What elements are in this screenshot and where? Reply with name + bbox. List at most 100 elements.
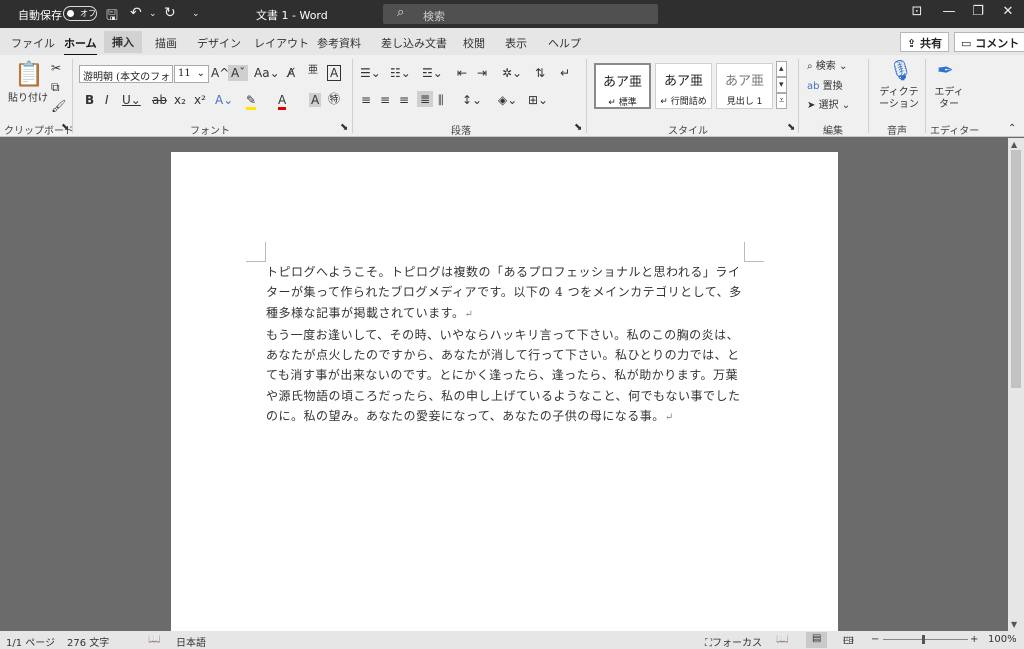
paste-label[interactable]: 貼り付け <box>8 89 48 104</box>
language-status[interactable]: 日本語 <box>176 634 206 649</box>
undo-icon[interactable]: ↶ <box>130 5 142 21</box>
document-body[interactable]: トピログへようこそ。トピログは複数の「あるプロフェッショナルと思われる」ライター… <box>266 262 749 428</box>
cut-icon[interactable]: ✂ <box>51 61 61 75</box>
sort-icon[interactable]: ⇅ <box>535 66 545 80</box>
dictate-button[interactable]: ディクテーション <box>878 87 920 111</box>
vertical-scrollbar[interactable]: ▲ ▼ <box>1008 138 1024 631</box>
tab-file[interactable]: ファイル <box>11 35 55 51</box>
print-layout-icon[interactable]: ▤ <box>806 632 828 648</box>
shrink-font-icon[interactable]: Aˇ <box>228 65 249 81</box>
underline-icon[interactable]: U⌄ <box>122 93 141 107</box>
italic-icon[interactable]: I <box>105 93 109 107</box>
save-icon[interactable]: 🖫 <box>106 5 118 29</box>
word-count[interactable]: 276 文字 <box>67 634 109 649</box>
tab-review[interactable]: 校閲 <box>463 35 485 51</box>
redo-icon[interactable]: ↻ <box>164 5 176 21</box>
distributed-icon[interactable]: ⫼ <box>438 93 444 107</box>
document-page[interactable]: トピログへようこそ。トピログは複数の「あるプロフェッショナルと思われる」ライター… <box>171 152 838 632</box>
restore-icon[interactable]: ❐ <box>963 4 993 19</box>
zoom-slider[interactable] <box>883 639 968 640</box>
grow-font-icon[interactable]: A^ <box>211 66 229 80</box>
tab-design[interactable]: デザイン <box>197 35 241 51</box>
bold-icon[interactable]: B <box>85 93 94 107</box>
enclosed-character-icon[interactable]: ㊕ <box>328 92 340 106</box>
styles-scroll-down-icon[interactable]: ▾ <box>776 77 787 93</box>
minimize-icon[interactable]: — <box>934 4 964 19</box>
scroll-up-icon[interactable]: ▲ <box>1011 140 1017 149</box>
format-painter-icon[interactable]: 🖌 <box>51 99 66 113</box>
collapse-ribbon-icon[interactable]: ⌃ <box>1008 123 1016 134</box>
tab-layout[interactable]: レイアウト <box>254 35 309 51</box>
enclose-characters-icon[interactable]: A <box>327 65 342 81</box>
show-formatting-marks-icon[interactable]: ↵ <box>560 66 570 80</box>
highlight-color-icon[interactable]: ✎ <box>246 93 257 110</box>
tab-insert[interactable]: 挿入 <box>104 31 142 53</box>
decrease-indent-icon[interactable]: ⇤ <box>457 66 467 80</box>
microphone-icon[interactable]: 🎙 <box>888 59 913 81</box>
clear-formatting-icon[interactable]: A̸ <box>287 66 295 80</box>
tab-home[interactable]: ホーム <box>64 35 97 56</box>
line-spacing-icon[interactable]: ↕⌄ <box>462 93 482 107</box>
bullets-icon[interactable]: ☰⌄ <box>360 66 381 80</box>
find-button[interactable]: ⌕ 検索 ⌄ <box>807 60 847 74</box>
borders-icon[interactable]: ⊞⌄ <box>528 93 548 107</box>
focus-button[interactable]: ⛶フォーカス <box>705 634 762 649</box>
zoom-out-button[interactable]: − <box>871 634 879 645</box>
page-count[interactable]: 1/1 ページ <box>6 634 55 649</box>
scrollbar-thumb[interactable] <box>1011 150 1021 388</box>
style-no-spacing[interactable]: あア亜 ↵ 行間詰め <box>655 63 712 109</box>
read-mode-icon[interactable]: 📖 <box>776 634 788 645</box>
autosave-toggle[interactable]: オフ <box>63 6 97 21</box>
tab-mailings[interactable]: 差し込み文書 <box>381 35 447 51</box>
ribbon-display-options-icon[interactable]: ⊡ <box>902 4 932 19</box>
numbering-icon[interactable]: ☷⌄ <box>390 66 411 80</box>
strikethrough-icon[interactable]: ab <box>152 93 167 107</box>
copy-icon[interactable]: ⧉ <box>51 80 60 94</box>
zoom-slider-knob[interactable] <box>922 635 925 644</box>
paragraph[interactable]: トピログへようこそ。トピログは複数の「あるプロフェッショナルと思われる」ライター… <box>266 262 749 325</box>
shading-icon[interactable]: ◈⌄ <box>498 93 517 107</box>
subscript-icon[interactable]: x₂ <box>174 93 186 107</box>
align-left-icon[interactable]: ≡ <box>361 93 371 107</box>
justify-icon[interactable]: ≣ <box>417 91 434 107</box>
tab-draw[interactable]: 描画 <box>155 35 177 51</box>
increase-indent-icon[interactable]: ⇥ <box>477 66 487 80</box>
proofing-book-icon[interactable]: 📖 <box>148 634 160 645</box>
font-size-combo[interactable]: 11 ⌄ <box>174 65 209 83</box>
style-heading-1[interactable]: あア亜 見出し 1 <box>716 63 773 109</box>
zoom-level[interactable]: 100% <box>988 634 1017 645</box>
web-layout-icon[interactable]: 🖽 <box>843 634 854 649</box>
style-normal[interactable]: あア亜 ↵ 標準 <box>594 63 651 109</box>
font-color-icon[interactable]: A <box>278 93 287 110</box>
paragraph-launcher-icon[interactable]: ⬊ <box>574 122 582 133</box>
clipboard-launcher-icon[interactable]: ⬊ <box>61 122 69 133</box>
tab-view[interactable]: 表示 <box>505 35 527 51</box>
comment-button[interactable]: ▭ コメント <box>954 32 1024 52</box>
text-effects-icon[interactable]: A⌄ <box>215 93 233 107</box>
share-button[interactable]: ⇪ 共有 <box>900 32 950 52</box>
styles-launcher-icon[interactable]: ⬊ <box>787 122 795 133</box>
tab-references[interactable]: 参考資料 <box>317 35 361 51</box>
styles-scroll-up-icon[interactable]: ▴ <box>776 61 787 77</box>
editor-pen-icon[interactable]: ✒ <box>937 59 954 81</box>
undo-dropdown-icon[interactable]: ⌄ <box>149 9 157 19</box>
search-box[interactable]: ⌕ 検索 <box>383 4 658 24</box>
change-case-icon[interactable]: Aa⌄ <box>254 66 280 80</box>
font-name-combo[interactable]: 游明朝 (本文のフォ <box>79 65 173 83</box>
phonetic-guide-icon[interactable]: 亜 <box>308 64 318 78</box>
editor-button[interactable]: エディター <box>934 87 964 111</box>
asian-layout-icon[interactable]: ✲⌄ <box>502 66 522 80</box>
zoom-in-button[interactable]: + <box>970 634 978 645</box>
replace-button[interactable]: ab 置換 <box>807 80 843 94</box>
tab-help[interactable]: ヘルプ <box>548 35 581 51</box>
customize-quick-access-icon[interactable]: ⌄ <box>192 9 200 19</box>
styles-more-icon[interactable]: ⩡ <box>776 93 788 109</box>
font-launcher-icon[interactable]: ⬊ <box>340 122 348 133</box>
multilevel-list-icon[interactable]: ☲⌄ <box>422 66 443 80</box>
align-right-icon[interactable]: ≡ <box>399 93 409 107</box>
scroll-down-icon[interactable]: ▼ <box>1011 620 1017 629</box>
select-button[interactable]: ➤ 選択 ⌄ <box>807 99 850 113</box>
close-icon[interactable]: ✕ <box>993 4 1023 19</box>
align-center-icon[interactable]: ≡ <box>380 93 390 107</box>
paragraph[interactable]: もう一度お逢いして、その時、いやならハッキリ言って下さい。私のこの胸の炎は、あな… <box>266 325 749 428</box>
